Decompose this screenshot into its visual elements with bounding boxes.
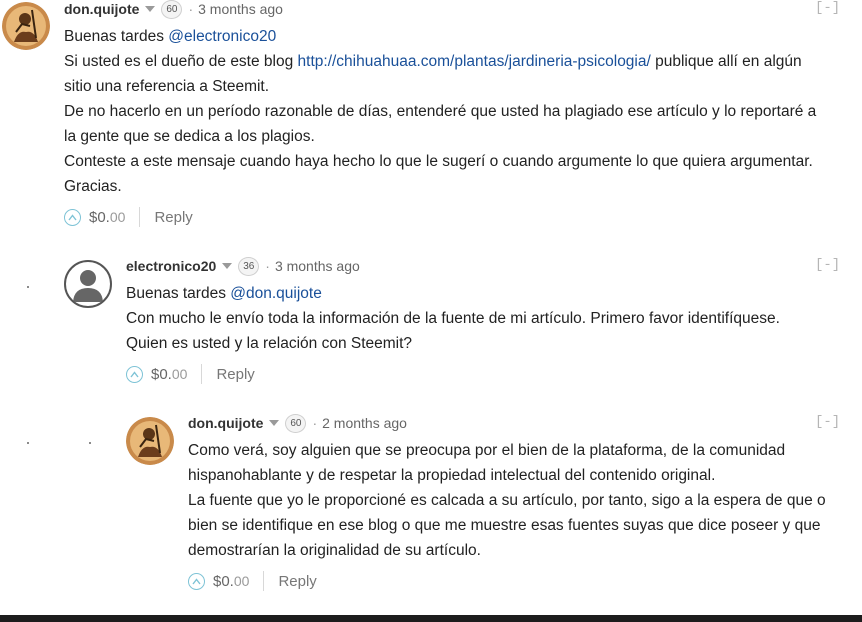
comment-don-quijote-2: don.quijote 60 · 2 months ago [-] Como v…: [0, 413, 862, 599]
body-line: De no hacerlo en un período razonable de…: [64, 103, 817, 120]
greeting-text: Buenas tardes: [126, 285, 231, 302]
body-line: Con mucho le envío toda la información d…: [126, 310, 780, 327]
reply-button[interactable]: Reply: [278, 573, 316, 590]
thread-marker: [89, 442, 91, 444]
comment-body: Buenas tardes @don.quijote Con mucho le …: [126, 281, 780, 356]
body-line: Conteste a este mensaje cuando haya hech…: [64, 153, 813, 170]
payout-main: $0.: [213, 572, 234, 590]
footer-divider: [201, 364, 203, 384]
payout-main: $0.: [151, 365, 172, 383]
source-link[interactable]: http://chihuahuaa.com/plantas/jardineria…: [298, 53, 651, 70]
body-line: Si usted es el dueño de este blog http:/…: [64, 49, 816, 74]
timestamp[interactable]: 2 months ago: [322, 414, 407, 432]
comment-electronico20: electronico20 36 · 3 months ago [-] Buen…: [0, 256, 862, 392]
thread-marker: [27, 286, 29, 288]
upvote-icon[interactable]: [64, 208, 81, 226]
separator-dot: ·: [312, 415, 318, 431]
payout-cents: 00: [233, 572, 250, 589]
reply-button[interactable]: Reply: [154, 209, 192, 226]
mention-link[interactable]: @electronico20: [168, 28, 276, 45]
mention-link[interactable]: @don.quijote: [230, 285, 322, 302]
body-line: Buenas tardes @electronico20: [64, 24, 816, 49]
separator-dot: ·: [265, 258, 270, 274]
author-name[interactable]: don.quijote: [188, 414, 263, 432]
timestamp[interactable]: 3 months ago: [275, 257, 360, 275]
don-quijote-avatar[interactable]: [126, 417, 174, 465]
body-line: demostrarían la originalidad de su artíc…: [188, 542, 481, 559]
payout-main: $0.: [89, 208, 110, 226]
collapse-toggle[interactable]: [-]: [815, 414, 840, 430]
caret-down-icon[interactable]: [145, 6, 156, 12]
payout-amount[interactable]: $0.00: [89, 209, 125, 226]
payout-amount[interactable]: $0.00: [151, 366, 187, 383]
body-line: bien se identifique en ese blog o que me…: [188, 517, 821, 534]
author-name[interactable]: don.quijote: [64, 0, 139, 18]
comment-body: Buenas tardes @electronico20 Si usted es…: [64, 24, 816, 199]
footer-divider: [263, 571, 265, 591]
body-text: Si usted es el dueño de este blog: [64, 53, 298, 70]
collapse-toggle[interactable]: [-]: [815, 0, 840, 16]
body-line: hispanohablante y de respetar la propied…: [188, 467, 716, 484]
bottom-edge-strip: [0, 615, 862, 622]
body-line: la gente que se dedica a los plagios.: [64, 128, 315, 145]
caret-down-icon[interactable]: [269, 420, 280, 426]
thread-marker: [27, 442, 29, 444]
upvote-icon[interactable]: [188, 572, 205, 590]
caret-down-icon[interactable]: [222, 263, 233, 269]
comment-footer: $0.00 Reply: [126, 363, 255, 385]
body-line: Gracias.: [64, 178, 122, 195]
body-line: Buenas tardes @don.quijote: [126, 281, 780, 306]
payout-cents: 00: [109, 208, 126, 225]
body-line: La fuente que yo le proporcioné es calca…: [188, 492, 826, 509]
comment-footer: $0.00 Reply: [64, 206, 193, 228]
timestamp[interactable]: 3 months ago: [198, 0, 283, 18]
body-line: sitio una referencia a Steemit.: [64, 78, 270, 95]
default-user-avatar[interactable]: [64, 260, 112, 308]
comment-header: don.quijote 60 · 3 months ago: [64, 0, 283, 19]
reputation-badge: 60: [161, 0, 183, 19]
don-quijote-avatar[interactable]: [2, 2, 50, 50]
greeting-text: Buenas tardes: [64, 28, 169, 45]
comment-body: Como verá, soy alguien que se preocupa p…: [188, 438, 826, 563]
payout-amount[interactable]: $0.00: [213, 573, 249, 590]
footer-divider: [139, 207, 141, 227]
comment-header: don.quijote 60 · 2 months ago: [188, 413, 407, 433]
comment-header: electronico20 36 · 3 months ago: [126, 256, 360, 276]
body-text: publique allí en algún: [650, 53, 802, 70]
payout-cents: 00: [171, 365, 188, 382]
author-name[interactable]: electronico20: [126, 257, 216, 275]
reputation-badge: 60: [285, 413, 307, 433]
separator-dot: ·: [188, 1, 194, 17]
body-line: Quien es usted y la relación con Steemit…: [126, 335, 413, 352]
comment-footer: $0.00 Reply: [188, 570, 317, 592]
reputation-badge: 36: [238, 256, 260, 276]
comment-don-quijote-1: don.quijote 60 · 3 months ago [-] Buenas…: [0, 0, 862, 230]
upvote-icon[interactable]: [126, 365, 143, 383]
reply-button[interactable]: Reply: [216, 366, 254, 383]
body-line: Como verá, soy alguien que se preocupa p…: [188, 442, 786, 459]
collapse-toggle[interactable]: [-]: [815, 257, 840, 273]
